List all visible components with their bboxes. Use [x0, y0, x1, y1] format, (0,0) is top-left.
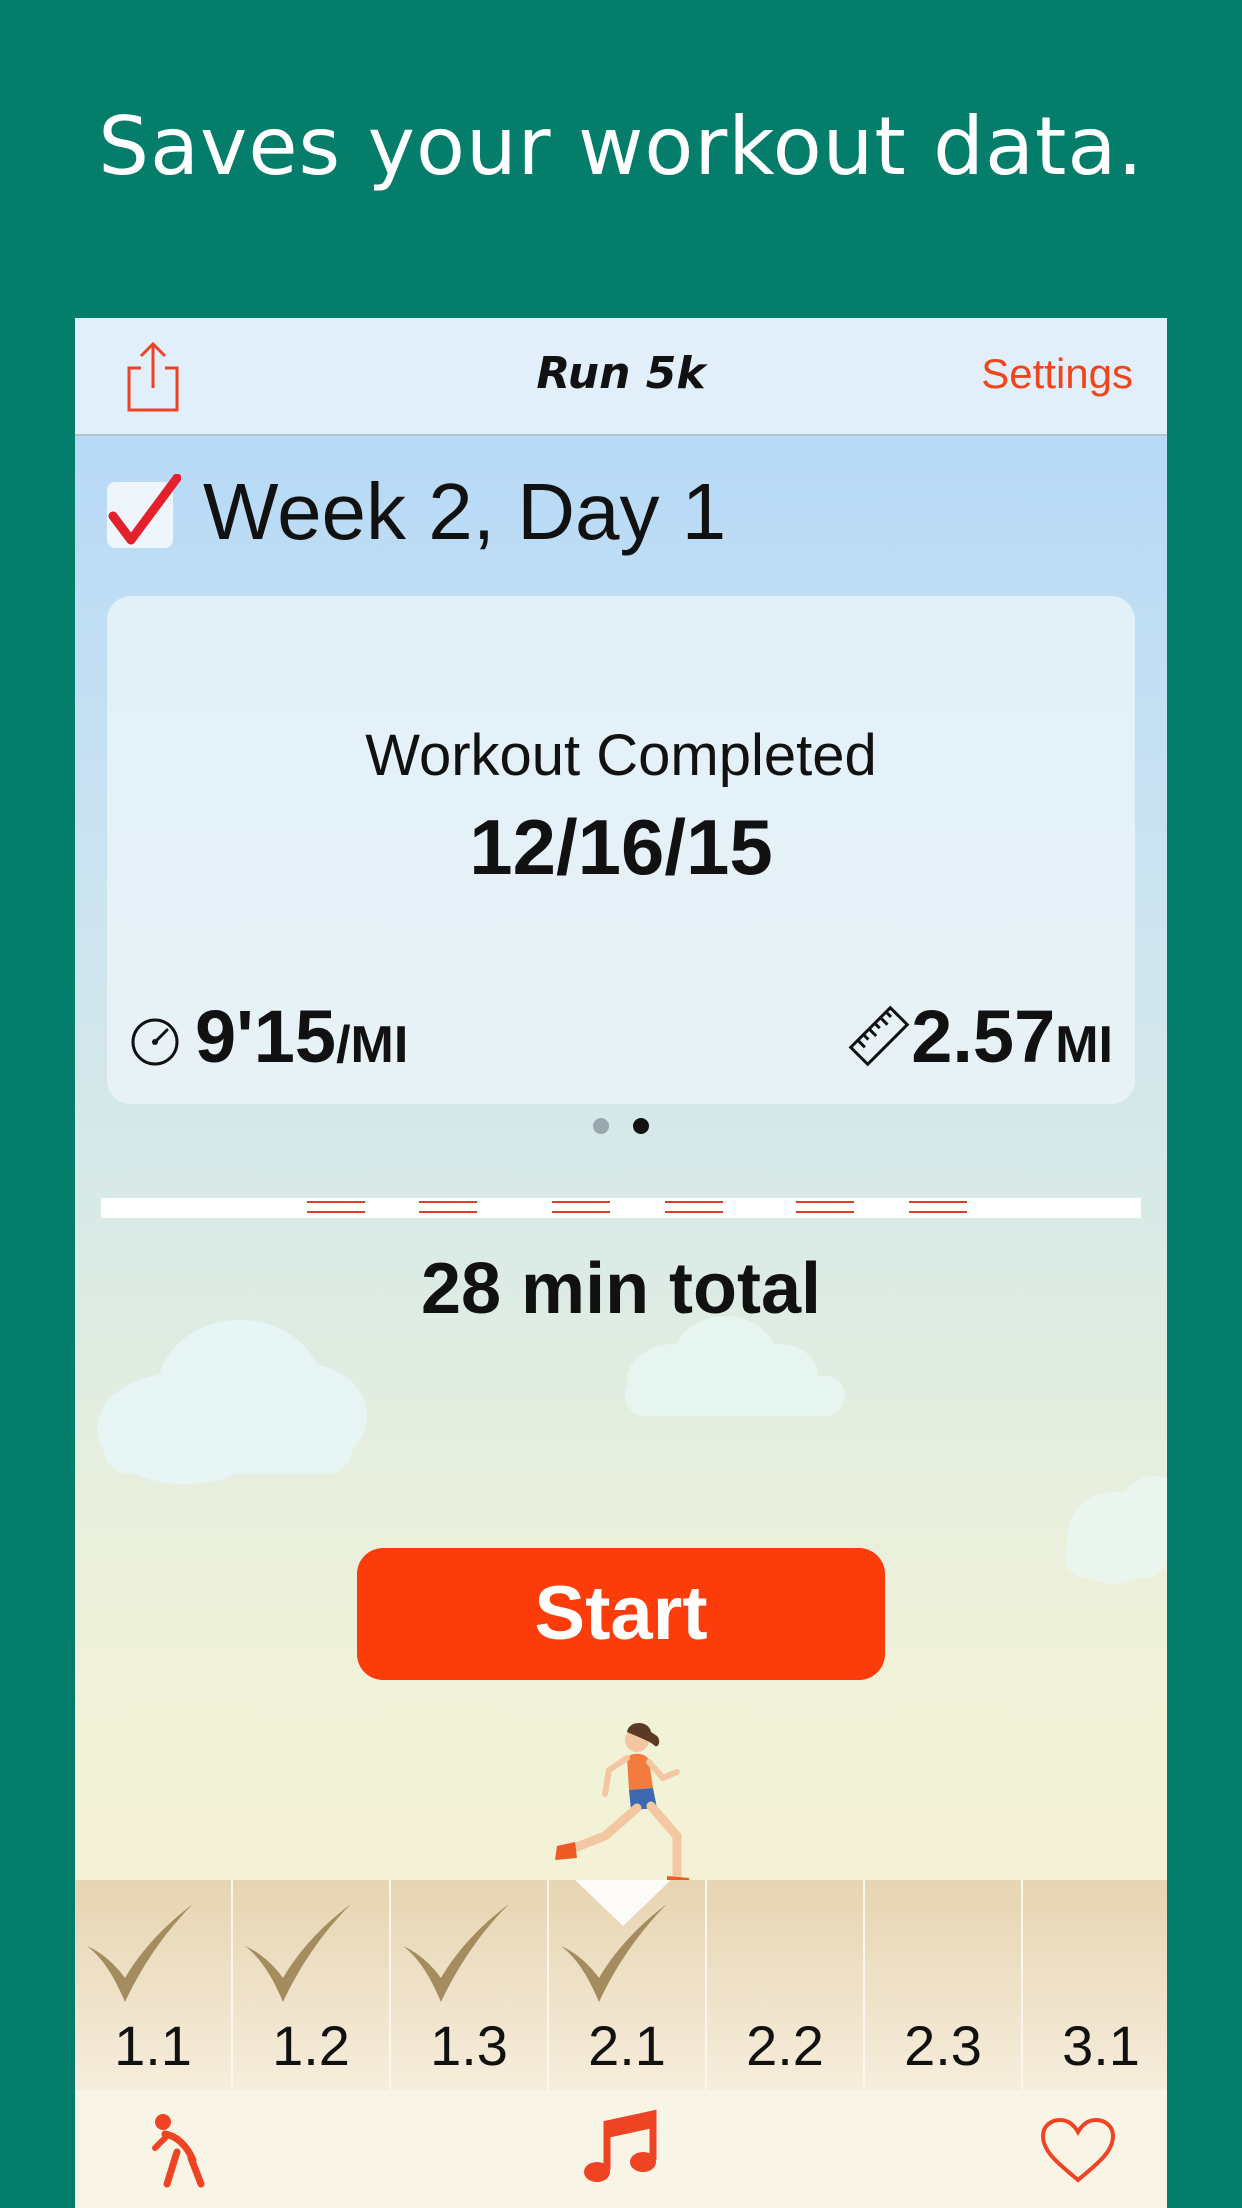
- day-item-2-2[interactable]: 2.2: [707, 1880, 865, 2090]
- tab-bar: [75, 2090, 1167, 2208]
- day-item-1-1[interactable]: 1.1: [75, 1880, 233, 2090]
- headline: Saves your workout data.: [98, 100, 1144, 193]
- completed-checkbox-icon: [107, 474, 181, 548]
- day-item-1-2[interactable]: 1.2: [233, 1880, 391, 2090]
- pace-unit: /MI: [336, 1016, 409, 1074]
- run-interval-marker: [307, 1201, 365, 1213]
- ruler-icon: [848, 1005, 910, 1067]
- checkmark-icon: [245, 1904, 351, 2002]
- heart-icon[interactable]: [1039, 2118, 1117, 2184]
- day-title: Week 2, Day 1: [203, 467, 727, 556]
- day-label: 2.1: [588, 2014, 666, 2077]
- day-label: 1.3: [430, 2014, 508, 2077]
- page-indicator[interactable]: [75, 1118, 1167, 1138]
- day-item-2-3[interactable]: 2.3: [865, 1880, 1023, 2090]
- run-interval-marker: [796, 1201, 854, 1213]
- day-label: 1.2: [272, 2014, 350, 2077]
- checkmark-icon: [87, 1904, 193, 2002]
- day-label: 2.3: [904, 2014, 982, 2077]
- music-note-icon[interactable]: [583, 2108, 659, 2188]
- navigation-bar: Run 5k Settings: [75, 318, 1167, 436]
- interval-timeline: [101, 1198, 1141, 1218]
- completed-label: Workout Completed: [365, 723, 877, 788]
- workout-summary-card[interactable]: Workout Completed 12/16/15 9'15/MI 2.57M…: [107, 596, 1135, 1104]
- day-item-1-3[interactable]: 1.3: [391, 1880, 549, 2090]
- run-interval-marker: [552, 1201, 610, 1213]
- distance-readout: 2.57MI: [911, 994, 1113, 1079]
- pace-value: 9'15: [195, 995, 337, 1078]
- day-label: 1.1: [114, 2014, 192, 2077]
- run-interval-marker: [665, 1201, 723, 1213]
- stretching-person-icon[interactable]: [147, 2112, 207, 2188]
- run-interval-marker: [909, 1201, 967, 1213]
- distance-unit: MI: [1055, 1016, 1113, 1074]
- run-interval-marker: [419, 1201, 477, 1213]
- distance-value: 2.57: [911, 995, 1056, 1078]
- speedometer-icon: [131, 1018, 179, 1066]
- day-item-3-1[interactable]: 3.1: [1023, 1880, 1167, 2090]
- runner-illustration: [555, 1723, 691, 1890]
- start-button[interactable]: Start: [357, 1548, 885, 1680]
- settings-button[interactable]: Settings: [981, 350, 1133, 398]
- selected-day-pointer: [575, 1880, 671, 1926]
- checkmark-icon: [403, 1904, 509, 2002]
- day-label: 3.1: [1062, 2014, 1140, 2077]
- completed-date: 12/16/15: [469, 803, 773, 891]
- page-dot-2: [633, 1118, 649, 1134]
- day-label: 2.2: [746, 2014, 824, 2077]
- page-dot-1: [593, 1118, 609, 1134]
- pace-readout: 9'15/MI: [195, 994, 408, 1079]
- workout-day-selector[interactable]: 1.1 1.2 1.3 2.1 2.2 2.3 3.1: [75, 1880, 1167, 2090]
- app-screen: Run 5k Settings Week 2, Day 1 Workout Co…: [75, 318, 1167, 2208]
